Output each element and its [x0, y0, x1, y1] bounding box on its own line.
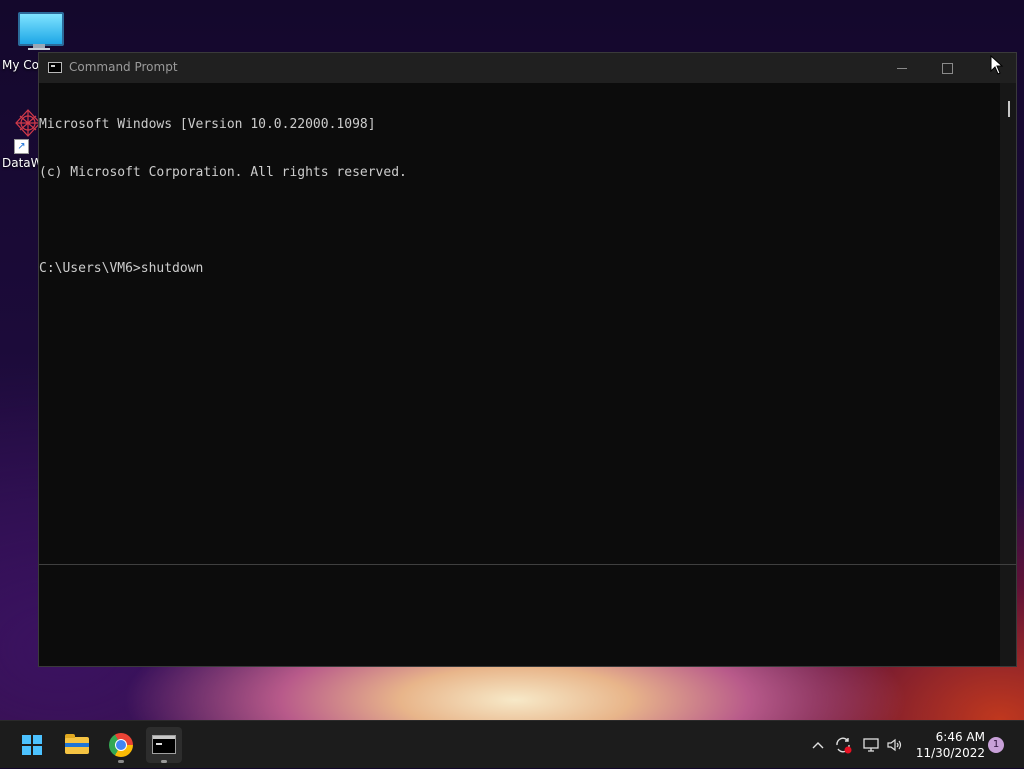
scrollbar-thumb[interactable] [1008, 101, 1010, 117]
console-line: (c) Microsoft Corporation. All rights re… [39, 165, 407, 180]
title-bar[interactable]: Command Prompt [39, 53, 1016, 83]
taskbar-chrome[interactable] [103, 727, 139, 763]
maximize-icon [941, 63, 953, 74]
minimize-icon [897, 68, 907, 69]
desktop-icon-label: DataW [2, 156, 43, 170]
taskbar: 6:46 AM 11/30/2022 1 [0, 720, 1024, 768]
mouse-cursor-icon [990, 55, 1004, 75]
monitor-icon [18, 12, 64, 46]
maximize-button[interactable] [924, 53, 970, 83]
windows-start-icon [22, 735, 42, 755]
taskbar-clock[interactable]: 6:46 AM 11/30/2022 [905, 729, 985, 761]
chevron-up-icon [812, 742, 824, 749]
monitor-base [28, 48, 50, 50]
clock-date: 11/30/2022 [915, 746, 985, 760]
command-prompt-window[interactable]: Command Prompt Microsoft Windows [Versio… [38, 52, 1017, 667]
vertical-scrollbar[interactable] [1000, 83, 1016, 564]
tray-network-button[interactable] [860, 721, 882, 769]
start-button[interactable] [14, 727, 50, 763]
taskbar-command-prompt[interactable] [146, 727, 182, 763]
console-lower-pane[interactable] [39, 565, 1000, 666]
console-output[interactable]: Microsoft Windows [Version 10.0.22000.10… [39, 83, 1000, 564]
console-line: Microsoft Windows [Version 10.0.22000.10… [39, 117, 376, 132]
tray-volume-button[interactable] [884, 721, 906, 769]
tray-sync-button[interactable] [832, 721, 854, 769]
sync-icon [836, 737, 852, 754]
running-indicator [161, 760, 167, 763]
chrome-icon [109, 733, 133, 757]
shortcut-arrow-icon: ↗ [14, 139, 29, 154]
cmd-icon [48, 62, 62, 73]
running-indicator [118, 760, 124, 763]
desktop-icon-label: My Co [2, 58, 39, 72]
lower-scrollbar[interactable] [1000, 565, 1016, 666]
console-prompt-line: C:\Users\VM6>shutdown [39, 261, 204, 276]
clock-time: 6:46 AM [935, 730, 985, 744]
minimize-button[interactable] [879, 53, 925, 83]
volume-icon [887, 738, 902, 752]
folder-icon [65, 734, 89, 754]
notification-badge[interactable]: 1 [988, 737, 1004, 753]
tray-overflow-chevron[interactable] [808, 721, 828, 769]
window-title: Command Prompt [69, 60, 178, 74]
network-icon [863, 738, 879, 752]
cmd-icon [152, 735, 176, 754]
taskbar-file-explorer[interactable] [59, 727, 95, 763]
